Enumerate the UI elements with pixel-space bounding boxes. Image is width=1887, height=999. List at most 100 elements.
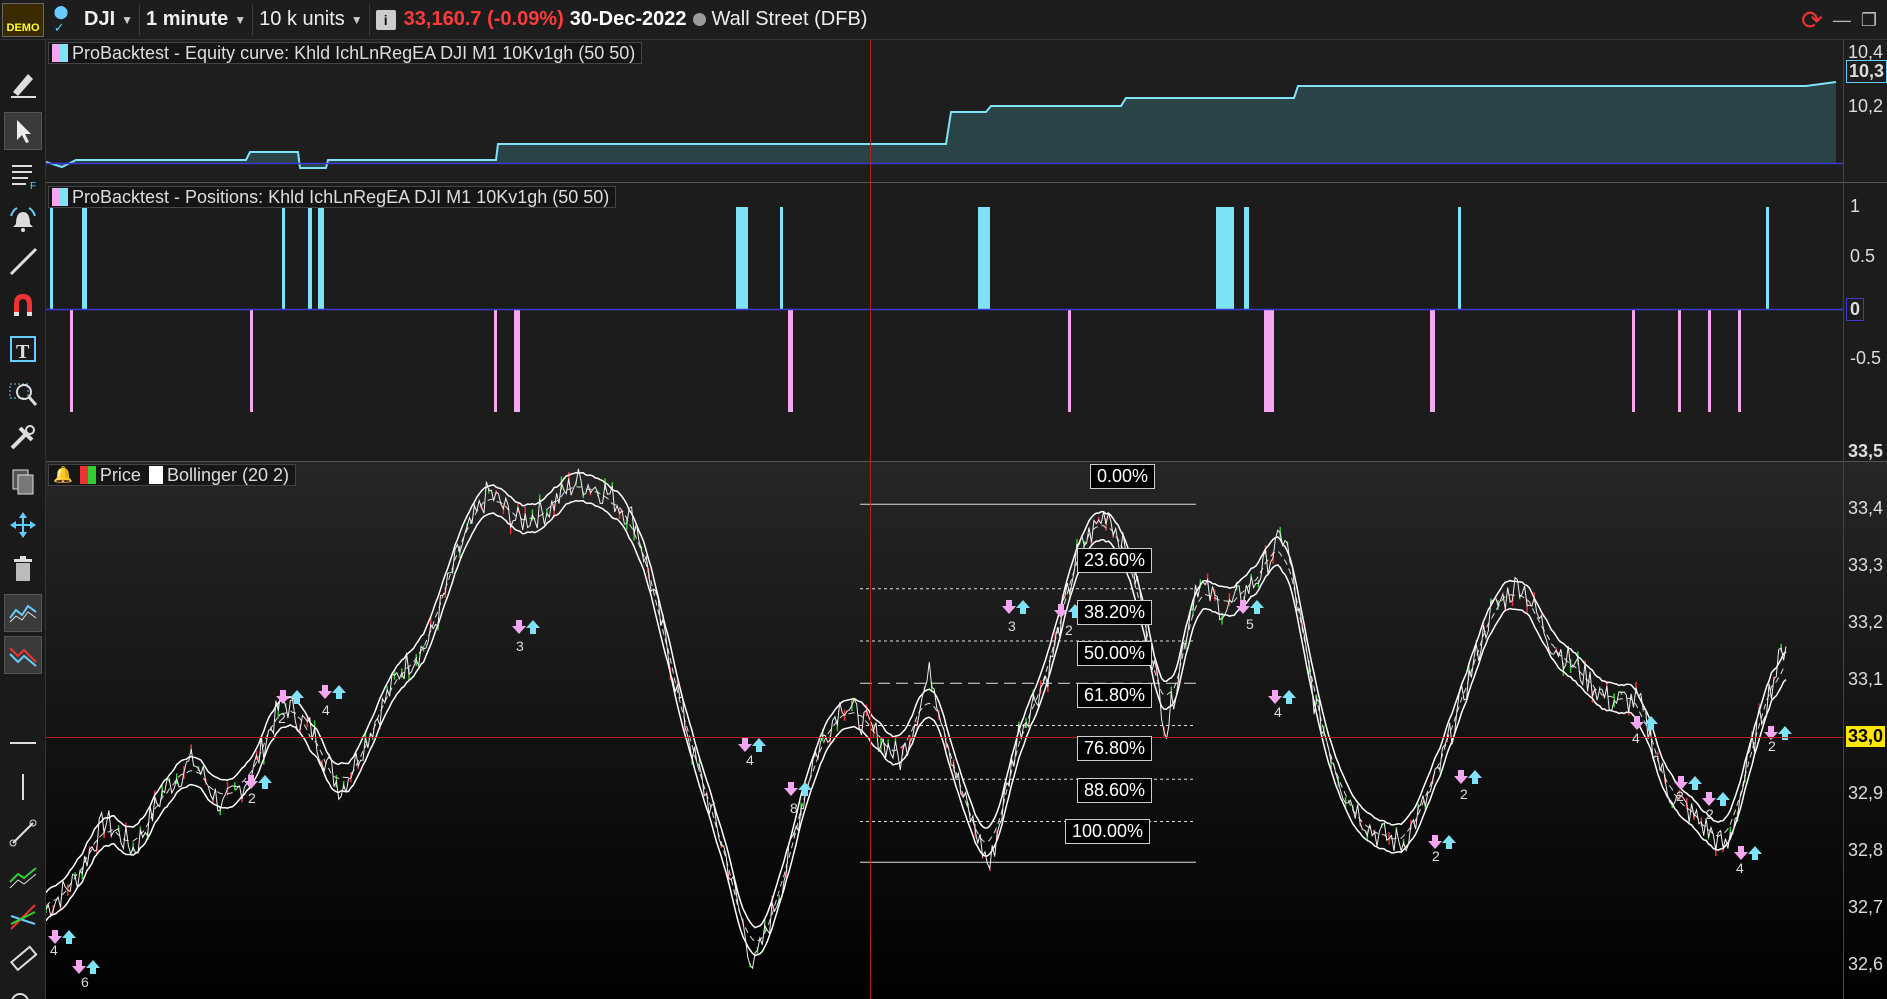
alert-bell-icon[interactable]: 🔔 — [53, 465, 73, 485]
long-position-bar — [1766, 207, 1769, 309]
long-position-bar — [1216, 207, 1234, 309]
long-position-bar — [308, 207, 312, 309]
pointer-icon[interactable] — [4, 112, 42, 150]
alert-bell-icon[interactable] — [4, 200, 42, 238]
exchange-name: Wall Street (DFB) — [711, 8, 868, 30]
fib-label[interactable]: 76.80% — [1077, 736, 1153, 761]
fibonacci-icon[interactable] — [4, 898, 42, 936]
short-position-bar — [788, 310, 793, 412]
positions-legend-label: ProBacktest - Positions: Khld IchLnRegEA… — [72, 186, 610, 207]
move-icon[interactable] — [4, 506, 42, 544]
long-position-bar — [318, 207, 324, 309]
pencil-icon[interactable] — [4, 64, 42, 102]
text-list-icon[interactable]: F — [4, 156, 42, 194]
magnet-icon[interactable] — [4, 286, 42, 324]
long-position-bar — [282, 207, 285, 309]
short-position-bar — [1632, 310, 1635, 412]
trade-count: 3 — [516, 638, 524, 654]
price-change: 33,160.7 (-0.09%) — [403, 8, 564, 30]
chart-canvas[interactable] — [46, 40, 1887, 999]
chevron-down-icon: ▼ — [121, 12, 134, 27]
fib-label[interactable]: 38.20% — [1077, 600, 1153, 625]
short-position-bar — [70, 310, 73, 412]
trade-count: 4 — [322, 702, 330, 718]
price-axis-tick: 32,7 — [1848, 897, 1884, 917]
account-status-icon[interactable]: ⬤ ✓ — [48, 3, 74, 37]
chevron-down-icon: ▼ — [350, 12, 363, 27]
info-icon[interactable]: i — [375, 9, 396, 30]
quote-date: 30-Dec-2022 — [569, 8, 687, 30]
trade-count: 4 — [50, 942, 58, 958]
instrument-selector[interactable]: DJI ▼ — [78, 3, 141, 36]
short-position-bar — [1264, 310, 1274, 412]
positions-axis-tick: 1 — [1850, 196, 1861, 216]
equity-axis-current: 10,3 — [1846, 60, 1887, 83]
vertical-line-icon[interactable] — [4, 768, 42, 806]
price-axis-tick: 32,8 — [1848, 840, 1884, 860]
horizontal-line-icon[interactable] — [4, 724, 42, 762]
text-tool-icon[interactable]: T — [4, 330, 42, 368]
short-position-bar — [1738, 310, 1741, 412]
restore-icon[interactable]: ❐ — [1861, 10, 1877, 31]
zoom-icon[interactable] — [4, 374, 42, 412]
channel-icon[interactable] — [4, 856, 42, 894]
timeframe-label: 1 minute — [146, 8, 229, 30]
trade-count: 2 — [1432, 848, 1440, 864]
price-legend-swatch — [79, 466, 96, 484]
trade-count: 2 — [1460, 786, 1468, 802]
price-legend-label: Price — [99, 464, 141, 485]
long-position-bar — [1458, 207, 1461, 309]
positions-legend-swatch — [52, 188, 68, 206]
fib-label[interactable]: 61.80% — [1077, 683, 1153, 708]
equity-legend[interactable]: ProBacktest - Equity curve: Khld IchLnRe… — [48, 42, 643, 64]
indicator-panel-icon[interactable] — [4, 636, 42, 674]
drawing-toolbar: F T — [0, 40, 46, 999]
trade-count: 6 — [81, 974, 89, 990]
quote-info: i 33,160.7 (-0.09%) 30-Dec-2022 Wall Str… — [370, 4, 874, 36]
trade-count: 2 — [248, 790, 256, 806]
refresh-icon[interactable]: ⟳ — [1801, 5, 1823, 36]
top-toolbar: DEMO ⬤ ✓ DJI ▼ 1 minute ▼ 10 k units ▼ i 33,… — [0, 0, 1887, 40]
trade-count: 4 — [746, 752, 754, 768]
long-position-bar — [1244, 207, 1249, 309]
fib-label[interactable]: 100.00% — [1065, 819, 1151, 844]
trade-count: 3 — [1008, 618, 1016, 634]
short-position-bar — [1708, 310, 1711, 412]
trash-icon[interactable] — [4, 550, 42, 588]
price-axis-tick: 33,5 — [1848, 441, 1884, 461]
market-status-dot — [692, 13, 706, 26]
positions-axis-tick: 0.5 — [1850, 246, 1876, 266]
segment-icon[interactable] — [4, 814, 42, 852]
ruler-icon[interactable] — [4, 940, 42, 978]
short-position-bar — [250, 310, 253, 412]
minimize-icon[interactable]: — — [1833, 10, 1851, 31]
fib-label[interactable]: 23.60% — [1077, 548, 1153, 573]
price-axis-tick: 33,4 — [1848, 498, 1884, 518]
search-icon[interactable] — [4, 986, 42, 999]
long-position-bar — [82, 207, 87, 309]
trade-count: 4 — [1274, 704, 1282, 720]
trade-count: 2 — [278, 710, 286, 726]
trendline-icon[interactable] — [4, 242, 42, 280]
long-position-bar — [736, 207, 748, 309]
price-legend[interactable]: 🔔 Price Bollinger (20 2) — [48, 464, 296, 486]
price-axis-tick: 32,9 — [1848, 783, 1884, 803]
settings-tools-icon[interactable] — [4, 418, 42, 456]
copy-icon[interactable] — [4, 462, 42, 500]
price-panel-bg — [46, 462, 1887, 999]
indicator-overlay-icon[interactable] — [4, 594, 42, 632]
units-selector[interactable]: 10 k units ▼ — [253, 3, 370, 36]
timeframe-selector[interactable]: 1 minute ▼ — [140, 3, 254, 36]
short-position-bar — [1678, 310, 1681, 412]
trade-count: 2 — [1065, 622, 1073, 638]
equity-legend-swatch — [52, 44, 68, 62]
price-axis-tick: 33,3 — [1848, 555, 1884, 575]
svg-text:F: F — [30, 181, 36, 190]
trade-count: 5 — [1246, 616, 1254, 632]
chart-area[interactable]: ProBacktest - Equity curve: Khld IchLnRe… — [46, 40, 1887, 999]
units-label: 10 k units — [259, 8, 345, 30]
fib-label[interactable]: 0.00% — [1090, 464, 1156, 489]
fib-label[interactable]: 50.00% — [1077, 641, 1153, 666]
fib-label[interactable]: 88.60% — [1077, 778, 1153, 803]
positions-legend[interactable]: ProBacktest - Positions: Khld IchLnRegEA… — [48, 186, 617, 208]
